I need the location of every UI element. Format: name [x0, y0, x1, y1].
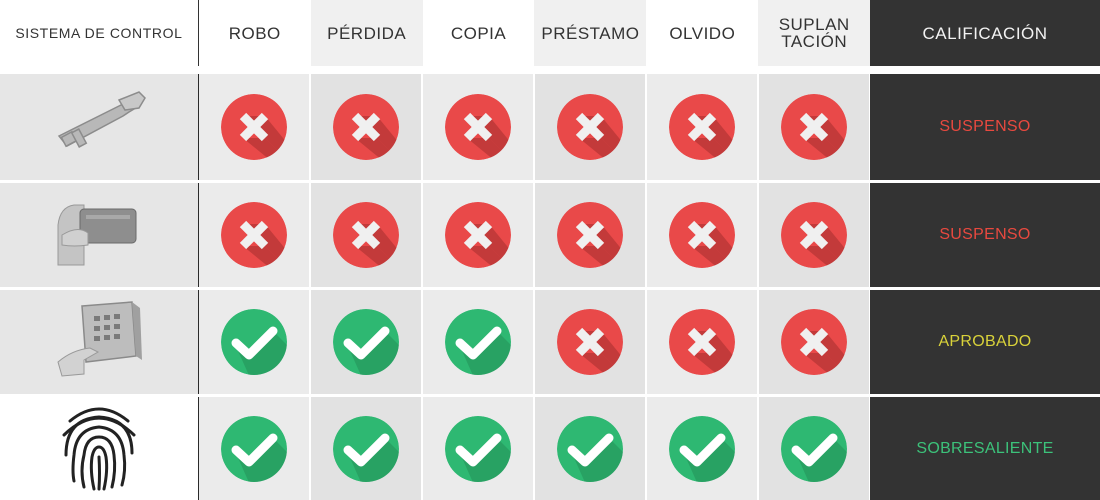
cross-icon: [221, 94, 287, 160]
check-icon: [333, 309, 399, 375]
header-system: SISTEMA DE CONTROL: [0, 0, 198, 66]
result-cell: [759, 74, 869, 180]
result-cell: [311, 74, 421, 180]
result-cell: [535, 183, 645, 287]
check-icon: [221, 415, 287, 482]
header-col-prestamo: PRÉSTAMO: [534, 0, 647, 66]
result-cell: [311, 183, 421, 287]
grade-cell: SOBRESALIENTE: [870, 397, 1100, 500]
result-cell: [423, 74, 533, 180]
result-cell: [199, 397, 309, 500]
header-col-suplantacion-label: SUPLAN TACIÓN: [778, 15, 850, 51]
check-icon: [669, 415, 735, 482]
cross-icon: [557, 202, 623, 268]
card-icon: [54, 195, 144, 275]
cross-icon: [221, 202, 287, 268]
result-cell: [535, 397, 645, 500]
check-icon: [445, 309, 511, 375]
result-cell: [199, 183, 309, 287]
header-grade: CALIFICACIÓN: [870, 0, 1100, 66]
cross-icon: [445, 94, 511, 160]
result-cell: [199, 74, 309, 180]
result-cell: [423, 397, 533, 500]
cross-icon: [557, 94, 623, 160]
cross-icon: [669, 309, 735, 375]
header-col-copia: COPIA: [422, 0, 535, 66]
cross-icon: [781, 202, 847, 268]
grade-label: SUSPENSO: [939, 118, 1031, 135]
fingerprint-icon: [56, 401, 142, 496]
check-icon: [557, 415, 623, 482]
check-icon: [445, 415, 511, 482]
cross-icon: [669, 94, 735, 160]
grade-cell: APROBADO: [870, 290, 1100, 394]
result-cell: [647, 290, 757, 394]
result-cell: [311, 290, 421, 394]
check-icon: [221, 309, 287, 375]
header-col-suplantacion: SUPLAN TACIÓN: [758, 0, 871, 66]
result-cell: [423, 183, 533, 287]
row-system-cell: [0, 397, 198, 500]
cross-icon: [333, 202, 399, 268]
cross-icon: [669, 202, 735, 268]
grade-cell: SUSPENSO: [870, 74, 1100, 180]
header-col-olvido: OLVIDO: [646, 0, 759, 66]
grade-label: SUSPENSO: [939, 226, 1031, 243]
cross-icon: [781, 309, 847, 375]
cross-icon: [557, 309, 623, 375]
result-cell: [759, 397, 869, 500]
header-col-perdida: PÉRDIDA: [310, 0, 423, 66]
grade-cell: SUSPENSO: [870, 183, 1100, 287]
result-cell: [535, 74, 645, 180]
result-cell: [647, 183, 757, 287]
result-cell: [311, 397, 421, 500]
check-icon: [781, 415, 847, 482]
grade-label: APROBADO: [938, 333, 1032, 350]
result-cell: [535, 290, 645, 394]
cross-icon: [333, 94, 399, 160]
cross-icon: [445, 202, 511, 268]
keypad-icon: [54, 300, 144, 385]
result-cell: [759, 183, 869, 287]
result-cell: [647, 397, 757, 500]
row-system-cell: [0, 290, 198, 394]
result-cell: [647, 74, 757, 180]
row-system-cell: [0, 183, 198, 287]
check-icon: [333, 415, 399, 482]
cross-icon: [781, 94, 847, 160]
row-system-cell: [0, 74, 198, 180]
grade-separator: [870, 66, 1100, 74]
result-cell: [199, 290, 309, 394]
result-cell: [423, 290, 533, 394]
result-cell: [759, 290, 869, 394]
key-icon: [49, 90, 149, 165]
table-header: SISTEMA DE CONTROL ROBO PÉRDIDA COPIA PR…: [0, 0, 1100, 66]
grade-label: SOBRESALIENTE: [916, 439, 1054, 457]
header-col-robo: ROBO: [198, 0, 311, 66]
